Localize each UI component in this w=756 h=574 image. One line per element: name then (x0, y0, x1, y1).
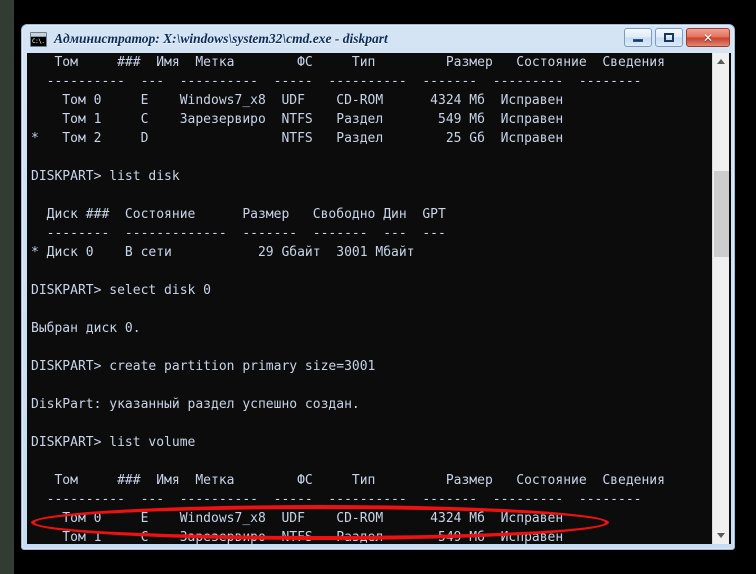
scrollbar-thumb[interactable] (714, 171, 729, 257)
maximize-icon (664, 33, 674, 42)
window-controls: ✕ (624, 28, 730, 47)
window-title: Администратор: X:\windows\system32\cmd.e… (54, 31, 388, 46)
scroll-down-button[interactable] (713, 527, 729, 544)
minimize-button[interactable] (624, 28, 652, 47)
console-output-area[interactable]: Том ### Имя Метка ФС Тип Размер Состояни… (27, 53, 731, 544)
chevron-up-icon (717, 59, 725, 64)
close-button[interactable]: ✕ (686, 28, 730, 47)
desktop-background-strip (0, 0, 14, 574)
scroll-up-button[interactable] (713, 53, 729, 70)
console-text: Том ### Имя Метка ФС Тип Размер Состояни… (31, 55, 665, 544)
minimize-icon (633, 39, 643, 42)
console-scrollbar[interactable] (712, 53, 729, 544)
window-titlebar[interactable]: Администратор: X:\windows\system32\cmd.e… (22, 25, 734, 53)
chevron-down-icon (717, 533, 725, 538)
cmd-window: Администратор: X:\windows\system32\cmd.e… (21, 24, 735, 550)
close-icon: ✕ (702, 30, 714, 45)
maximize-button[interactable] (655, 28, 683, 47)
cmd-console-icon (30, 31, 47, 47)
